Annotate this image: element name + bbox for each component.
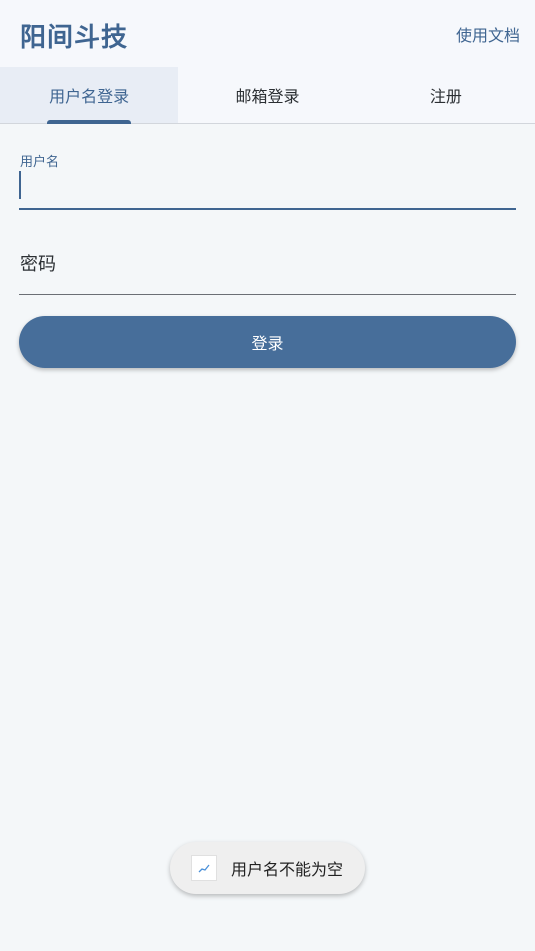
login-tabs: 用户名登录 邮箱登录 注册	[0, 67, 535, 124]
password-field[interactable]: 密码	[19, 232, 516, 295]
toast-message: 用户名不能为空	[231, 860, 344, 879]
tab-username-login[interactable]: 用户名登录	[0, 67, 179, 124]
login-button[interactable]: 登录	[19, 316, 516, 368]
password-placeholder: 密码	[20, 254, 56, 275]
error-toast: 用户名不能为空	[170, 842, 365, 894]
tab-email-login[interactable]: 邮箱登录	[178, 67, 356, 123]
chart-trend-icon	[191, 855, 217, 881]
tab-label: 用户名登录	[49, 87, 130, 106]
login-screen: 阳间斗技 使用文档 用户名登录 邮箱登录 注册 用户名 密码 登录 用户名不能为…	[0, 0, 535, 951]
tab-label: 注册	[429, 87, 462, 106]
app-title: 阳间斗技	[20, 23, 129, 53]
text-cursor	[19, 171, 21, 199]
app-header: 阳间斗技 使用文档	[0, 0, 535, 67]
docs-link[interactable]: 使用文档	[456, 22, 520, 46]
username-label: 用户名	[20, 155, 60, 170]
tab-label: 邮箱登录	[235, 87, 300, 106]
username-field[interactable]: 用户名	[19, 140, 516, 210]
tab-register[interactable]: 注册	[357, 67, 535, 123]
active-tab-indicator	[47, 120, 131, 124]
